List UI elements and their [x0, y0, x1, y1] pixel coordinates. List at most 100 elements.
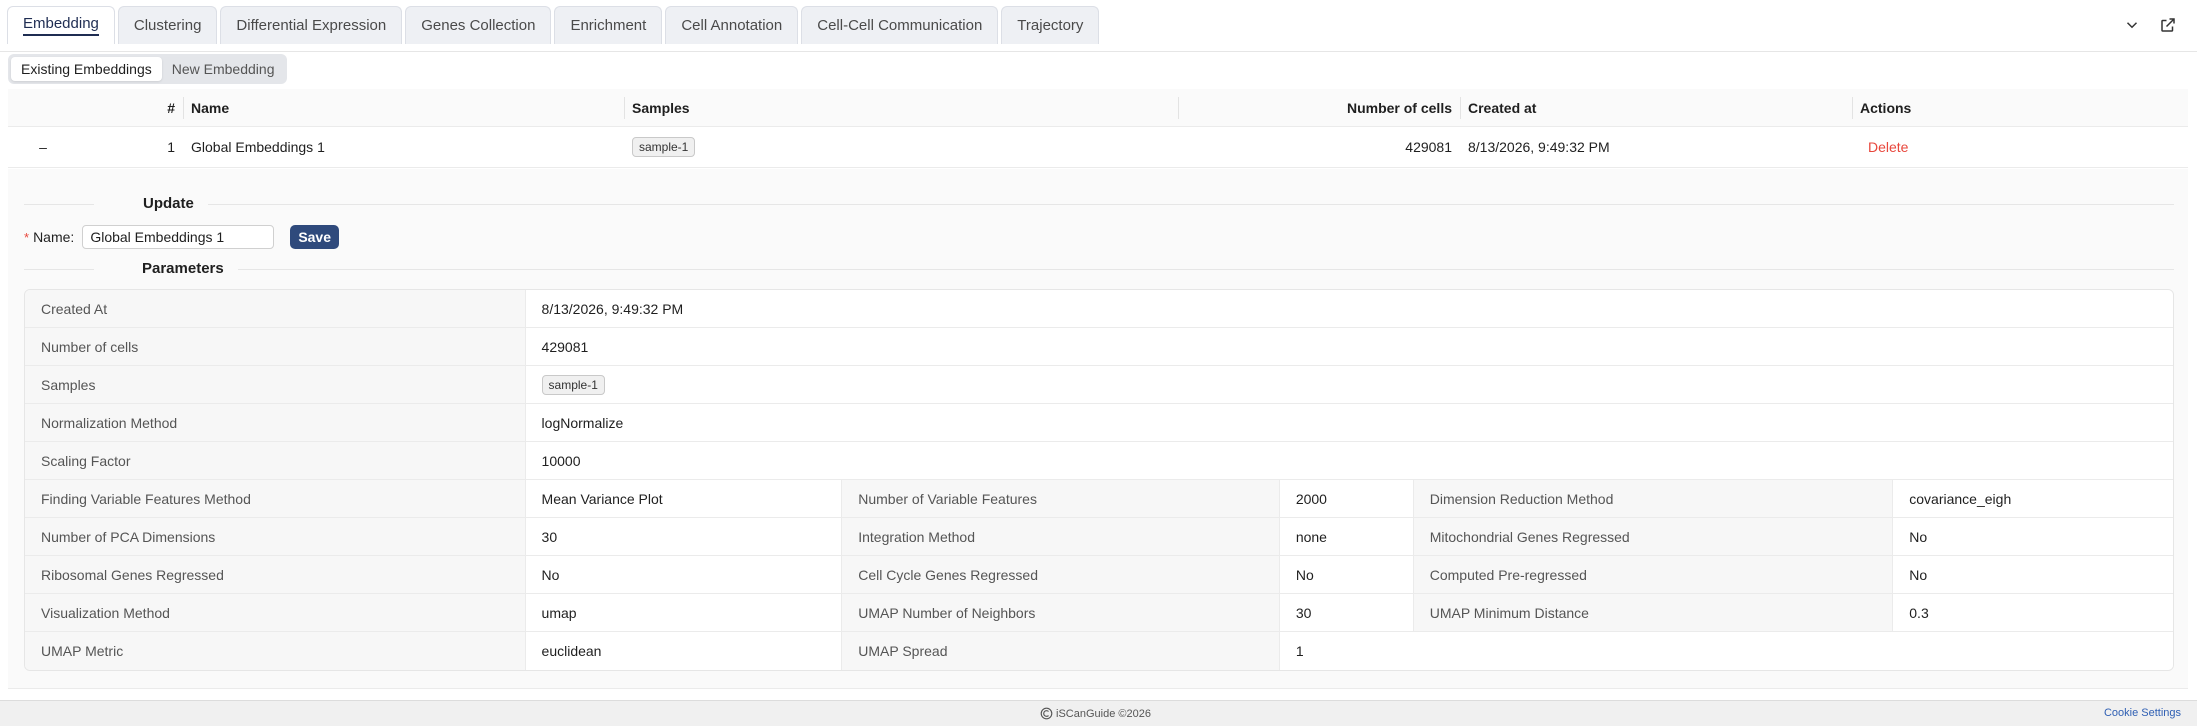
param-value: 8/13/2026, 9:49:32 PM — [525, 290, 2173, 327]
footer-brand-text: iSCanGuide ©2026 — [1056, 707, 1151, 720]
param-label: Scaling Factor — [25, 442, 526, 479]
footer-brand: iSCanGuide ©2026 — [1040, 707, 1151, 720]
param-label: Normalization Method — [25, 404, 526, 441]
param-value: none — [1279, 518, 1414, 555]
param-label: Visualization Method — [25, 594, 526, 631]
param-label: Number of PCA Dimensions — [25, 518, 526, 555]
param-label: Dimension Reduction Method — [1413, 480, 1894, 517]
param-row: Normalization Method logNormalize — [25, 404, 2173, 442]
row-created: 8/13/2026, 9:49:32 PM — [1468, 139, 1610, 155]
required-asterisk: * — [24, 229, 30, 245]
param-label: UMAP Metric — [25, 632, 526, 670]
param-value: 30 — [1279, 594, 1414, 631]
parameters-section-title: Parameters — [142, 260, 224, 277]
delete-link[interactable]: Delete — [1860, 139, 1908, 155]
param-value: 10000 — [525, 442, 2173, 479]
embeddings-table: # Name Samples Number of cells Created a… — [8, 89, 2188, 168]
footer: iSCanGuide ©2026 Cookie Settings — [0, 700, 2197, 726]
param-value: 1 — [1279, 632, 2173, 670]
param-label: Computed Pre-regressed — [1413, 556, 1894, 593]
open-external-icon[interactable] — [2159, 16, 2177, 34]
tab-differential-expression[interactable]: Differential Expression — [220, 6, 403, 44]
param-row: Number of cells 429081 — [25, 328, 2173, 366]
tab-genes-collection[interactable]: Genes Collection — [405, 6, 552, 44]
param-label: Number of cells — [25, 328, 526, 365]
tab-bar: Embedding Clustering Differential Expres… — [0, 0, 2197, 52]
new-embedding-option[interactable]: New Embedding — [162, 57, 285, 81]
tab-enrichment[interactable]: Enrichment — [554, 6, 663, 44]
row-samples: sample-1 — [624, 137, 1180, 157]
brand-logo-icon — [1040, 707, 1053, 720]
num-column-header: # — [167, 99, 175, 116]
parameters-table: Created At 8/13/2026, 9:49:32 PM Number … — [24, 289, 2174, 671]
param-value: 0.3 — [1893, 594, 2173, 631]
param-row: Samples sample-1 — [25, 366, 2173, 404]
param-row: Ribosomal Genes Regressed No Cell Cycle … — [25, 556, 2173, 594]
table-header: # Name Samples Number of cells Created a… — [8, 89, 2188, 127]
param-label: Samples — [25, 366, 526, 403]
param-value: covariance_eigh — [1893, 480, 2173, 517]
param-value: 30 — [525, 518, 843, 555]
save-button[interactable]: Save — [290, 225, 340, 249]
tabbar-actions — [2123, 16, 2177, 34]
param-value: sample-1 — [525, 366, 2173, 403]
param-value: logNormalize — [525, 404, 2173, 441]
param-row: UMAP Metric euclidean UMAP Spread 1 — [25, 632, 2173, 670]
param-label: Cell Cycle Genes Regressed — [842, 556, 1280, 593]
chevron-down-icon[interactable] — [2123, 16, 2141, 34]
param-label: Number of Variable Features — [842, 480, 1280, 517]
samples-column-header: Samples — [624, 96, 1180, 119]
param-row: Created At 8/13/2026, 9:49:32 PM — [25, 290, 2173, 328]
param-label: UMAP Spread — [842, 632, 1280, 670]
param-label: Integration Method — [842, 518, 1280, 555]
parameters-divider-right — [238, 269, 2174, 270]
param-value: No — [525, 556, 843, 593]
param-value: umap — [525, 594, 843, 631]
tabs: Embedding Clustering Differential Expres… — [7, 6, 1100, 44]
update-section-title: Update — [143, 195, 194, 212]
name-column-header: Name — [183, 96, 624, 119]
name-form-row: * Name: Save — [24, 225, 340, 249]
table-row: – 1 Global Embeddings 1 sample-1 429081 … — [8, 127, 2188, 168]
param-value: No — [1893, 556, 2173, 593]
param-value: 2000 — [1279, 480, 1414, 517]
param-value: No — [1893, 518, 2173, 555]
tab-cell-annotation[interactable]: Cell Annotation — [665, 6, 799, 44]
expanded-row-details: Update * Name: Save Parameters Created A… — [8, 169, 2188, 689]
row-number: 1 — [167, 139, 175, 155]
tab-clustering[interactable]: Clustering — [117, 6, 218, 44]
tab-cell-cell-communication[interactable]: Cell-Cell Communication — [801, 6, 999, 44]
row-name: Global Embeddings 1 — [191, 139, 325, 155]
param-row: Number of PCA Dimensions 30 Integration … — [25, 518, 2173, 556]
param-row: Visualization Method umap UMAP Number of… — [25, 594, 2173, 632]
existing-embeddings-option[interactable]: Existing Embeddings — [11, 57, 162, 81]
tab-label: Embedding — [23, 15, 99, 36]
name-input[interactable] — [82, 225, 275, 249]
param-label: Finding Variable Features Method — [25, 480, 526, 517]
row-cells: 429081 — [1405, 139, 1452, 155]
tab-trajectory[interactable]: Trajectory — [1001, 6, 1100, 44]
param-label: UMAP Minimum Distance — [1413, 594, 1894, 631]
param-value: No — [1279, 556, 1414, 593]
parameters-divider-left — [24, 269, 94, 270]
param-label: Ribosomal Genes Regressed — [25, 556, 526, 593]
actions-column-header: Actions — [1852, 96, 2182, 119]
param-value: 429081 — [525, 328, 2173, 365]
cookie-settings-link[interactable]: Cookie Settings — [2104, 707, 2181, 719]
update-divider-right — [208, 204, 2174, 205]
row-actions: Delete — [1852, 139, 2182, 155]
param-row: Finding Variable Features Method Mean Va… — [25, 480, 2173, 518]
collapse-row-button[interactable]: – — [8, 139, 78, 155]
param-value: euclidean — [525, 632, 843, 670]
param-label: UMAP Number of Neighbors — [842, 594, 1280, 631]
tab-embedding[interactable]: Embedding — [7, 6, 115, 44]
param-label: Mitochondrial Genes Regressed — [1413, 518, 1894, 555]
created-column-header: Created at — [1460, 96, 1852, 119]
param-row: Scaling Factor 10000 — [25, 442, 2173, 480]
param-label: Created At — [25, 290, 526, 327]
name-label: Name: — [33, 229, 75, 245]
embedding-mode-switch: Existing Embeddings New Embedding — [8, 54, 288, 84]
cells-column-header: Number of cells — [1178, 96, 1460, 119]
sample-tag: sample-1 — [632, 137, 696, 157]
param-value: Mean Variance Plot — [525, 480, 843, 517]
